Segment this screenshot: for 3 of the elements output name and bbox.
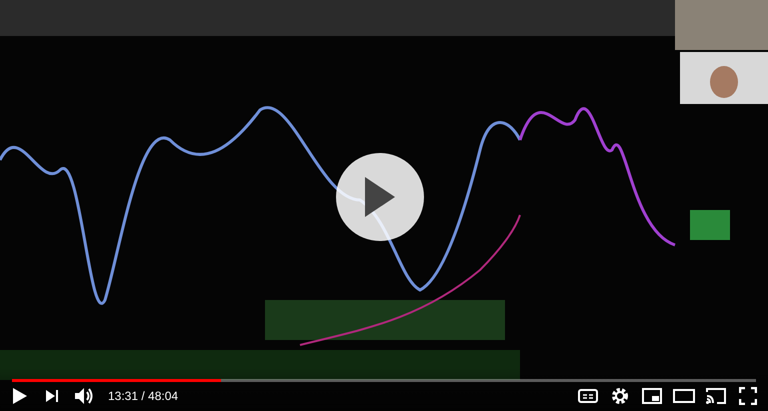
time-display: 13:31 / 48:04 [108, 388, 178, 405]
play-icon [365, 177, 395, 217]
fullscreen-icon[interactable] [736, 384, 760, 408]
